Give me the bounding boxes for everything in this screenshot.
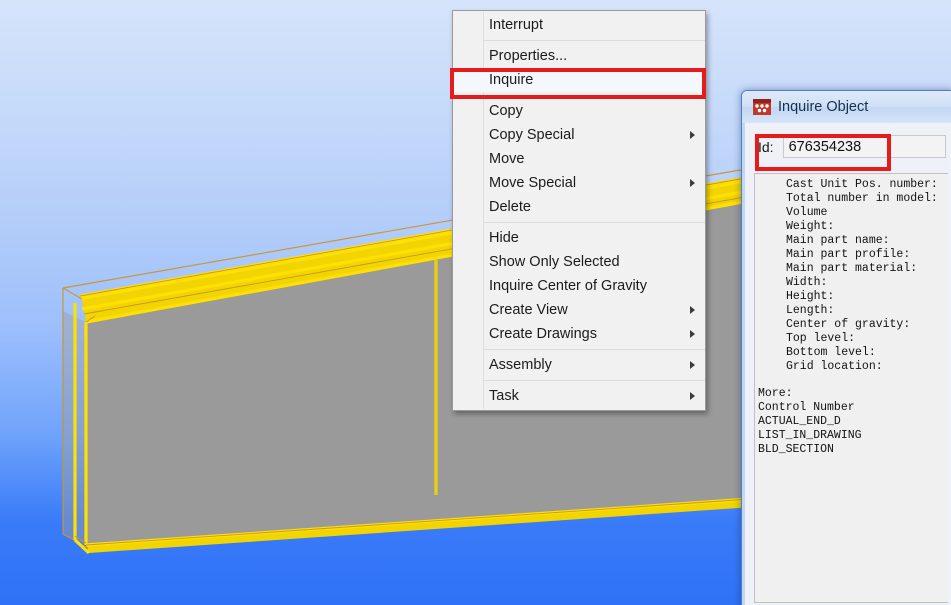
dialog-body: Id: 676354238 Cast Unit Pos. number: Tota…	[746, 123, 950, 605]
report-line: Volume	[786, 206, 828, 219]
submenu-arrow-icon	[690, 392, 695, 400]
id-field-row: Id: 676354238	[754, 133, 946, 160]
menu-item-label: Assembly	[489, 357, 552, 373]
menu-item-create-drawings[interactable]: Create Drawings	[453, 322, 705, 346]
report-line: Control Number	[758, 401, 855, 414]
menu-item-label: Move	[489, 151, 525, 167]
menu-item-move[interactable]: Move	[453, 147, 705, 171]
report-line: Length:	[786, 304, 835, 317]
menu-item-label: Inquire	[489, 72, 534, 88]
menu-item-label: Move Special	[489, 175, 577, 191]
report-line: Main part name:	[786, 234, 890, 247]
submenu-arrow-icon	[690, 131, 695, 139]
menu-item-create-view[interactable]: Create View	[453, 298, 705, 322]
report-line: Height:	[786, 290, 835, 303]
menu-separator	[483, 40, 705, 41]
dialog-title: Inquire Object	[778, 99, 869, 115]
report-line: Main part profile:	[786, 248, 911, 261]
menu-item-label: Delete	[489, 199, 531, 215]
menu-item-task[interactable]: Task	[453, 384, 705, 408]
menu-item-label: Create Drawings	[489, 326, 597, 342]
report-line: Width:	[786, 276, 828, 289]
report-line: Cast Unit Pos. number:	[786, 178, 938, 191]
report-line: Total number in model:	[786, 192, 938, 205]
menu-item-label: Show Only Selected	[489, 254, 620, 270]
menu-item-assembly[interactable]: Assembly	[453, 353, 705, 377]
id-label: Id:	[758, 138, 774, 155]
menu-item-move-special[interactable]: Move Special	[453, 171, 705, 195]
report-line: Main part material:	[786, 262, 918, 275]
menu-item-delete[interactable]: Delete	[453, 195, 705, 219]
object-context-menu[interactable]: Interrupt Properties... Inquire Copy Copy Sp…	[452, 10, 706, 411]
menu-item-hide[interactable]: Hide	[453, 226, 705, 250]
id-value-field[interactable]: 676354238	[782, 135, 946, 158]
menu-separator	[483, 222, 705, 223]
submenu-arrow-icon	[690, 330, 695, 338]
report-line: LIST_IN_DRAWING	[758, 429, 862, 442]
inquire-report-textarea[interactable]: Cast Unit Pos. number: Total number in mo…	[754, 173, 948, 603]
report-line: ACTUAL_END_D	[758, 415, 841, 428]
menu-item-properties[interactable]: Properties...	[453, 44, 705, 68]
report-spacer	[755, 374, 948, 387]
menu-item-label: Copy Special	[489, 127, 575, 143]
menu-item-label: Create View	[489, 302, 568, 318]
submenu-arrow-icon	[690, 306, 695, 314]
menu-item-label: Inquire Center of Gravity	[489, 278, 647, 294]
menu-item-label: Properties...	[489, 48, 568, 64]
menu-item-label: Hide	[489, 230, 519, 246]
menu-item-interrupt[interactable]: Interrupt	[453, 13, 705, 37]
report-line: BLD_SECTION	[758, 443, 834, 456]
menu-separator	[483, 95, 705, 96]
report-line: More:	[758, 387, 793, 400]
report-more-block: More: Control Number ACTUAL_END_D LIST_IN_D…	[755, 387, 948, 457]
menu-separator	[483, 380, 705, 381]
report-line: Top level:	[786, 332, 856, 345]
report-properties-block: Cast Unit Pos. number: Total number in mo…	[755, 178, 948, 374]
report-line: Bottom level:	[786, 346, 876, 359]
application-window: Interrupt Properties... Inquire Copy Copy Sp…	[0, 0, 951, 605]
menu-item-copy[interactable]: Copy	[453, 99, 705, 123]
submenu-arrow-icon	[690, 179, 695, 187]
tekla-app-icon	[753, 99, 771, 115]
inquire-object-dialog[interactable]: Inquire Object Id: 676354238 Cast Unit P…	[741, 90, 951, 605]
report-line: Center of gravity:	[786, 318, 911, 331]
menu-item-inquire-center-of-gravity[interactable]: Inquire Center of Gravity	[453, 274, 705, 298]
menu-item-label: Copy	[489, 103, 523, 119]
menu-item-label: Task	[489, 388, 519, 404]
menu-separator	[483, 349, 705, 350]
dialog-titlebar[interactable]: Inquire Object	[742, 91, 951, 123]
menu-item-copy-special[interactable]: Copy Special	[453, 123, 705, 147]
report-line: Weight:	[786, 220, 835, 233]
report-line: Grid location:	[786, 360, 883, 373]
menu-item-show-only-selected[interactable]: Show Only Selected	[453, 250, 705, 274]
submenu-arrow-icon	[690, 361, 695, 369]
menu-item-label: Interrupt	[489, 17, 543, 33]
menu-item-inquire[interactable]: Inquire	[453, 68, 705, 92]
